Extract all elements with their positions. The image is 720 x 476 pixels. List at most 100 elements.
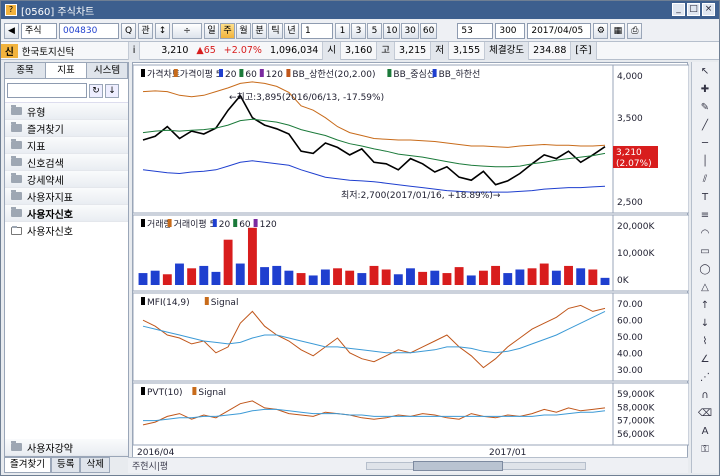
legend-label: BB_중심선	[393, 69, 435, 80]
sidebar-item[interactable]: 지표	[5, 137, 128, 154]
period-button-월[interactable]: 월	[236, 22, 251, 39]
maximize-icon[interactable]: □	[687, 3, 700, 16]
count-input[interactable]: 53	[457, 22, 494, 39]
info-icon[interactable]: i	[127, 41, 141, 60]
bottom-tab[interactable]: 즐겨찾기	[4, 457, 51, 473]
sidebar-footer-item[interactable]: 사용자강약	[5, 439, 128, 456]
price-change: ▲65	[196, 45, 216, 56]
adjust-icon[interactable]: ↕	[155, 22, 170, 39]
period-button-일[interactable]: 일	[204, 22, 219, 39]
trendline-icon[interactable]: ╱	[696, 119, 714, 133]
volume-bar	[478, 270, 488, 285]
grid-icon[interactable]: ▦	[610, 22, 626, 39]
print-icon[interactable]: ⎙	[627, 22, 643, 39]
crosshair-icon[interactable]: ✚	[696, 83, 714, 97]
bottom-tab[interactable]: 등록	[50, 457, 81, 473]
date-picker[interactable]: 2017/04/05	[527, 22, 592, 39]
magnet-icon[interactable]: ∩	[696, 389, 714, 403]
trade-volume: 1,096,034	[269, 45, 319, 56]
prev-item-icon[interactable]: ◀	[4, 22, 19, 39]
chart-svg[interactable]: 4,0003,5003,0002,500가격차트가격이평 52060120BB_…	[132, 63, 690, 458]
auto-icon[interactable]: A	[696, 425, 714, 439]
refresh-icon[interactable]: ↻	[89, 83, 103, 98]
bottom-tab[interactable]: 삭제	[80, 457, 110, 473]
chart-area[interactable]: 4,0003,5003,0002,500가격차트가격이평 52060120BB_…	[132, 62, 690, 473]
search-button[interactable]: Q	[121, 22, 136, 39]
legend-swatch	[432, 69, 437, 77]
sidebar-tab[interactable]: 시스템	[87, 63, 128, 78]
interval-button-5[interactable]: 5	[367, 22, 382, 39]
sidebar-item[interactable]: 유형	[5, 103, 128, 120]
current-price: 3,210	[161, 45, 189, 56]
horizontal-scrollbar[interactable]: 주현시|평	[128, 457, 688, 473]
volume-bar	[162, 274, 172, 285]
cursor-icon[interactable]: ↖	[696, 65, 714, 79]
interval-button-3[interactable]: 3	[351, 22, 366, 39]
download-icon[interactable]: ↓	[105, 83, 119, 98]
settings-icon[interactable]: ⚙	[593, 22, 609, 39]
close-icon[interactable]: ×	[702, 3, 715, 16]
ellipse-icon[interactable]: ◯	[696, 263, 714, 277]
fan-icon[interactable]: ⋰	[696, 371, 714, 385]
sidebar-item-label: 유형	[27, 107, 46, 119]
market-select[interactable]: 주식	[21, 22, 57, 39]
total-input[interactable]: 300	[495, 22, 526, 39]
folder-icon	[11, 207, 22, 217]
sidebar-tab[interactable]: 지표	[46, 63, 87, 78]
period-value-input[interactable]: 1	[301, 22, 333, 39]
current-pct-tag: (2.07%)	[616, 159, 652, 169]
arrow-up-icon[interactable]: ↑	[696, 299, 714, 313]
y-tick-label: 56,000K	[617, 430, 655, 440]
arc-icon[interactable]: ◠	[696, 227, 714, 241]
hline-icon[interactable]: ─	[696, 137, 714, 151]
sidebar-item[interactable]: 신호검색	[5, 154, 128, 171]
scroll-label: 주현시|평	[132, 462, 169, 472]
indicator-sidebar: 종목 지표 시스템 ↻ ↓ 유형 즐겨찾기 지표 신호검색 강세약세 사용자지표 사용자신호 사…	[4, 62, 129, 457]
lock-icon[interactable]: ⚿	[696, 443, 714, 457]
y-tick-label: 57,000K	[617, 417, 655, 427]
sidebar-item-label: 사용자지표	[27, 192, 73, 204]
toolbar: ◀ 주식 004830 Q 관 ↕ ÷ 일주월분틱년 1 1 3 5 10 30 60 5…	[1, 20, 719, 42]
step-stepper[interactable]: ÷	[172, 22, 202, 39]
legend-label: PVT(10)	[147, 388, 183, 398]
pencil-icon[interactable]: ✎	[696, 101, 714, 115]
sidebar-item[interactable]: 강세약세	[5, 171, 128, 188]
sidebar-item[interactable]: 즐겨찾기	[5, 120, 128, 137]
arrow-down-icon[interactable]: ↓	[696, 317, 714, 331]
period-button-틱[interactable]: 틱	[268, 22, 283, 39]
sidebar-tab[interactable]: 종목	[5, 63, 46, 78]
scroll-thumb[interactable]	[413, 461, 503, 471]
triangle-icon[interactable]: △	[696, 281, 714, 295]
cycle-icon[interactable]: ⌇	[696, 335, 714, 349]
interval-button-1[interactable]: 1	[335, 22, 350, 39]
interval-button-10[interactable]: 10	[383, 22, 401, 39]
stock-code-input[interactable]: 004830	[59, 22, 119, 39]
vline-icon[interactable]: │	[696, 155, 714, 169]
sidebar-item[interactable]: 사용자지표	[5, 188, 128, 205]
legend-swatch	[387, 69, 392, 77]
period-button-년[interactable]: 년	[284, 22, 299, 39]
fibonacci-icon[interactable]: ≡	[696, 209, 714, 223]
eraser-icon[interactable]: ⌫	[696, 407, 714, 421]
sidebar-sub-item[interactable]: 사용자신호	[5, 222, 128, 239]
rect-icon[interactable]: ▭	[696, 245, 714, 259]
sidebar-search-input[interactable]	[7, 83, 87, 98]
gwan-button[interactable]: 관	[138, 22, 153, 39]
channel-icon[interactable]: ⫽	[696, 173, 714, 187]
gann-icon[interactable]: ∠	[696, 353, 714, 367]
volume-bar	[272, 265, 282, 285]
minimize-icon[interactable]: _	[672, 3, 685, 16]
folder-icon	[11, 173, 22, 183]
sidebar-item[interactable]: 사용자신호	[5, 205, 128, 222]
legend-swatch	[167, 219, 172, 227]
sidebar-tabs: 종목 지표 시스템	[5, 63, 128, 79]
title-bar: ? [0560] 주식차트 _ □ ×	[1, 1, 719, 19]
text-icon[interactable]: T	[696, 191, 714, 205]
period-button-분[interactable]: 분	[252, 22, 267, 39]
unit-label: [주]	[570, 41, 597, 60]
y-tick-label: 10,000K	[617, 249, 655, 259]
interval-button-60[interactable]: 60	[419, 22, 438, 39]
interval-button-30[interactable]: 30	[401, 22, 419, 39]
high-label: 고	[376, 41, 395, 60]
period-button-주[interactable]: 주	[220, 22, 235, 39]
